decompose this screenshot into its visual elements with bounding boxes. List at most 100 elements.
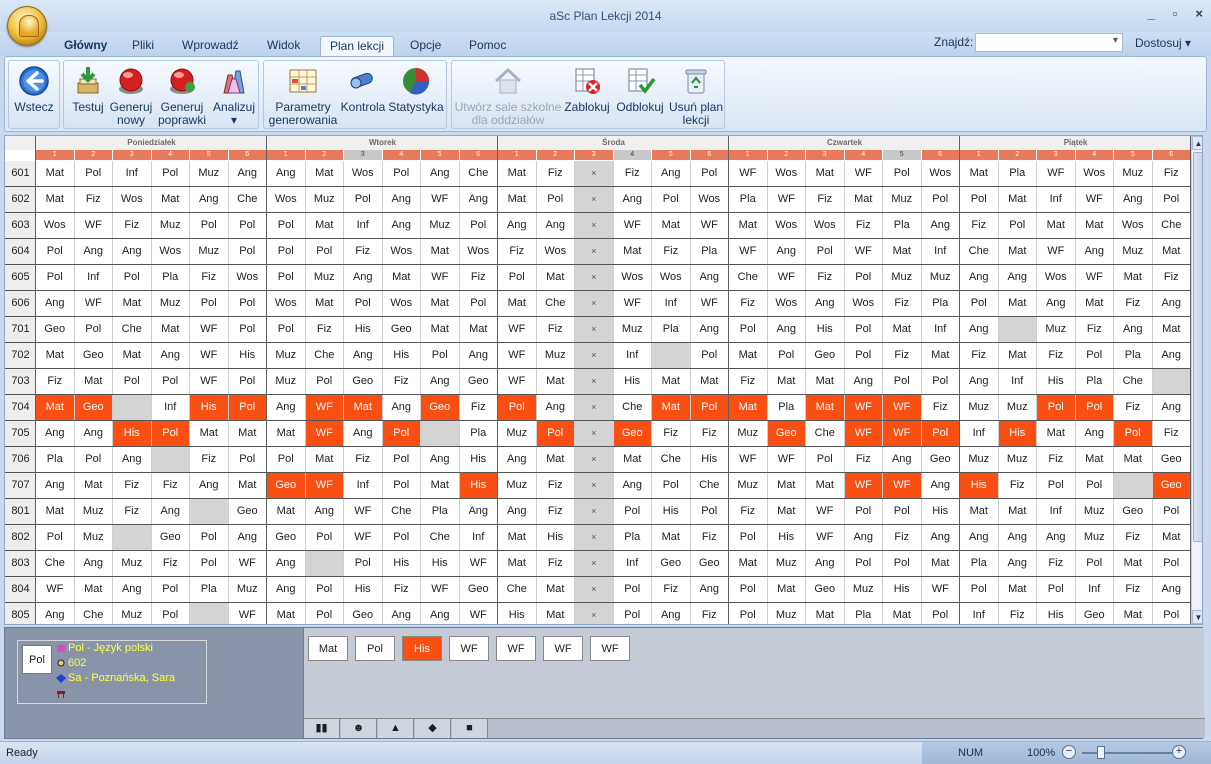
lesson-cell[interactable]: Pla <box>614 525 652 550</box>
lesson-cell[interactable]: Pol <box>768 343 806 368</box>
lesson-cell[interactable]: Ang <box>36 421 75 446</box>
block-button[interactable]: Zablokuj <box>562 65 612 114</box>
lesson-cell[interactable]: Ang <box>614 473 652 498</box>
lesson-cell[interactable]: Ang <box>152 343 190 368</box>
lesson-cell[interactable]: His <box>614 369 652 394</box>
lesson-cell[interactable]: His <box>190 395 229 420</box>
lesson-cell[interactable]: Pla <box>691 239 729 264</box>
lesson-cell[interactable]: Mat <box>999 187 1037 212</box>
lesson-cell[interactable]: WF <box>305 395 344 420</box>
lesson-cell[interactable]: Pol <box>537 187 575 212</box>
lesson-cell[interactable]: Ang <box>460 343 498 368</box>
lesson-cell[interactable]: × <box>575 161 614 186</box>
lesson-cell[interactable]: Ang <box>922 213 960 238</box>
lesson-cell[interactable]: Muz <box>1114 161 1153 186</box>
class-row-label[interactable]: 702 <box>5 343 36 368</box>
lesson-cell[interactable]: Ang <box>267 395 306 420</box>
lesson-cell[interactable]: × <box>575 603 614 624</box>
lesson-cell[interactable]: Ang <box>960 317 999 342</box>
lesson-cell[interactable]: Wos <box>344 161 383 186</box>
lesson-cell[interactable]: Pol <box>691 161 729 186</box>
lesson-cell[interactable]: Ang <box>421 161 460 186</box>
lesson-cell[interactable]: Ang <box>421 603 460 624</box>
period-header[interactable]: 1 <box>960 150 999 160</box>
lesson-cell[interactable]: Pol <box>383 525 421 550</box>
lesson-cell[interactable]: Pol <box>690 395 729 420</box>
lesson-cell[interactable]: Pol <box>960 291 999 316</box>
period-header[interactable]: 2 <box>998 150 1037 160</box>
lesson-cell[interactable] <box>190 499 229 524</box>
lesson-cell[interactable]: Pol <box>229 291 267 316</box>
lesson-cell[interactable]: WF <box>229 603 267 624</box>
lesson-cell[interactable]: Geo <box>421 395 460 420</box>
delete-plan-button[interactable]: Usuń plan lekcji <box>668 65 724 127</box>
class-row-label[interactable]: 701 <box>5 317 36 342</box>
lesson-cell[interactable]: Pol <box>460 213 498 238</box>
lesson-cell[interactable]: Ang <box>537 395 575 420</box>
lesson-cell[interactable]: Ang <box>267 551 306 576</box>
lesson-cell[interactable]: WF <box>460 551 498 576</box>
lesson-cell[interactable]: Muz <box>999 395 1037 420</box>
lesson-cell[interactable]: WF <box>614 291 652 316</box>
lesson-cell[interactable]: Mat <box>1153 239 1191 264</box>
lesson-cell[interactable]: Geo <box>767 421 806 446</box>
lesson-cell[interactable]: Pol <box>152 161 190 186</box>
lesson-cell[interactable]: Geo <box>691 551 729 576</box>
class-row-label[interactable]: 605 <box>5 265 36 290</box>
lesson-cell[interactable]: Mat <box>999 239 1037 264</box>
lesson-cell[interactable]: Mat <box>806 369 845 394</box>
lesson-cell[interactable]: Ang <box>1153 343 1191 368</box>
lesson-cell[interactable]: Wos <box>113 187 152 212</box>
lesson-cell[interactable]: × <box>575 187 614 212</box>
tab-glowny[interactable]: Główny <box>60 36 111 56</box>
lesson-cell[interactable]: Pol <box>729 317 768 342</box>
lesson-cell[interactable]: Pol <box>845 265 883 290</box>
lesson-cell[interactable]: Mat <box>1114 265 1153 290</box>
lesson-cell[interactable]: × <box>575 525 614 550</box>
tab-classes-icon[interactable]: ▮▮ <box>304 719 340 738</box>
lesson-cell[interactable]: Ang <box>845 525 883 550</box>
lesson-cell[interactable]: Pol <box>652 187 691 212</box>
lesson-cell[interactable]: Pol <box>883 551 922 576</box>
lesson-cell[interactable]: Ang <box>537 213 575 238</box>
lesson-cell[interactable] <box>1152 369 1191 394</box>
period-header[interactable]: 4 <box>151 150 190 160</box>
control-button[interactable]: Kontrola <box>340 65 386 114</box>
lesson-cell[interactable]: His <box>113 421 152 446</box>
unplaced-lesson-card[interactable]: WF <box>543 636 583 661</box>
lesson-cell[interactable]: Fiz <box>652 577 691 602</box>
lesson-cell[interactable]: Pol <box>729 577 768 602</box>
lesson-cell[interactable]: Muz <box>922 265 960 290</box>
lesson-cell[interactable]: WF <box>922 577 960 602</box>
lesson-cell[interactable]: Ang <box>883 447 922 472</box>
lesson-cell[interactable]: Che <box>652 447 691 472</box>
lesson-cell[interactable]: Wos <box>383 239 421 264</box>
lesson-cell[interactable]: Mat <box>1114 603 1153 624</box>
lesson-cell[interactable]: Mat <box>652 395 691 420</box>
lesson-cell[interactable]: Pol <box>267 447 306 472</box>
lesson-cell[interactable]: Mat <box>421 239 460 264</box>
lesson-cell[interactable]: Pol <box>1153 187 1191 212</box>
unplaced-lesson-card[interactable]: His <box>402 636 442 661</box>
lesson-cell[interactable]: Pol <box>267 213 306 238</box>
lesson-cell[interactable]: Che <box>960 239 999 264</box>
lesson-cell[interactable]: Mat <box>999 343 1037 368</box>
lesson-cell[interactable]: Pol <box>498 265 537 290</box>
lesson-cell[interactable]: Inf <box>344 473 383 498</box>
lesson-cell[interactable]: Mat <box>75 577 113 602</box>
lesson-cell[interactable]: Muz <box>883 187 922 212</box>
lesson-cell[interactable]: Mat <box>652 213 691 238</box>
lesson-cell[interactable]: Pol <box>190 291 229 316</box>
lesson-cell[interactable]: Ang <box>768 239 806 264</box>
period-header[interactable]: 4 <box>844 150 883 160</box>
lesson-cell[interactable]: Che <box>383 499 421 524</box>
period-header[interactable]: 5 <box>652 150 691 160</box>
lesson-cell[interactable]: Pol <box>306 603 344 624</box>
lesson-cell[interactable]: Ang <box>75 551 113 576</box>
lesson-cell[interactable]: Mat <box>652 525 691 550</box>
lesson-cell[interactable]: WF <box>768 447 806 472</box>
lesson-cell[interactable]: Pol <box>691 343 729 368</box>
lesson-cell[interactable]: × <box>575 395 614 420</box>
tab-wprowadz[interactable]: Wprowadź <box>178 36 243 56</box>
lesson-cell[interactable]: Muz <box>113 603 152 624</box>
